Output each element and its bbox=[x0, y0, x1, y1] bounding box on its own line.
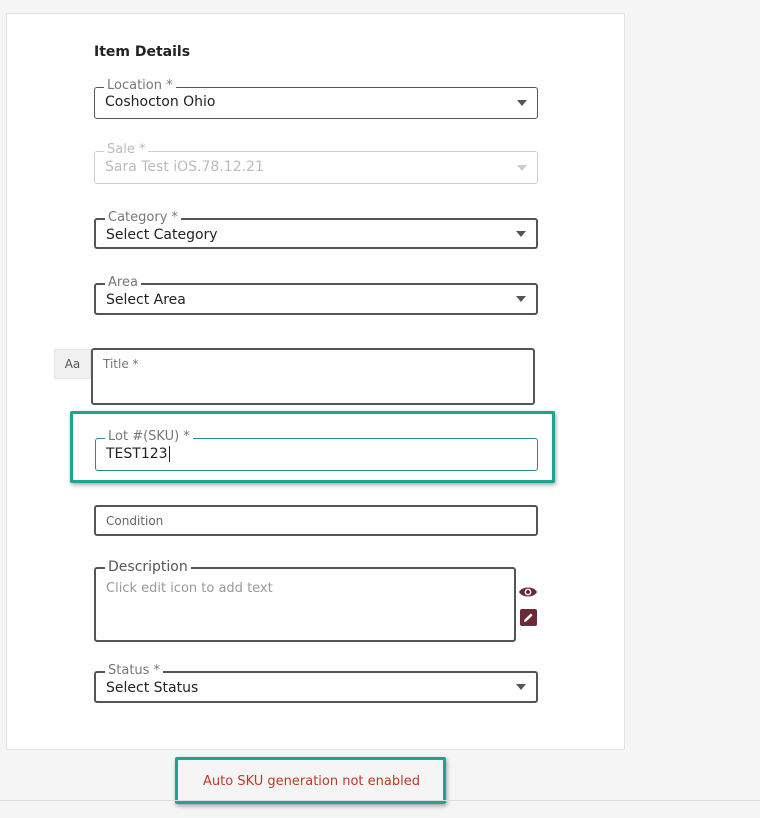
text-cursor bbox=[168, 446, 170, 462]
lot-sku-input[interactable]: Lot #(SKU) * TEST123 bbox=[95, 429, 538, 471]
title-label: Title * bbox=[103, 357, 139, 371]
eye-icon[interactable] bbox=[518, 584, 538, 602]
area-value: Select Area bbox=[106, 292, 186, 308]
sale-value: Sara Test iOS.78.12.21 bbox=[105, 159, 264, 175]
lot-sku-label: Lot #(SKU) * bbox=[105, 429, 193, 445]
chevron-down-icon bbox=[516, 230, 526, 237]
chevron-down-icon bbox=[517, 100, 527, 106]
location-select[interactable]: Location * Coshocton Ohio bbox=[94, 78, 538, 119]
sku-error-message: Auto SKU generation not enabled bbox=[203, 774, 420, 789]
description-field[interactable]: Description Click edit icon to add text bbox=[94, 559, 516, 642]
area-label: Area bbox=[105, 275, 141, 291]
lot-sku-value: TEST123 bbox=[106, 446, 168, 462]
location-label: Location * bbox=[104, 78, 176, 94]
title-input[interactable]: Title * bbox=[91, 348, 535, 405]
area-select[interactable]: Area Select Area bbox=[94, 275, 538, 315]
chevron-down-icon bbox=[517, 164, 527, 171]
status-select[interactable]: Status * Select Status bbox=[94, 663, 538, 703]
status-label: Status * bbox=[105, 663, 164, 679]
pencil-icon[interactable] bbox=[520, 609, 540, 627]
text-format-button[interactable]: Aa bbox=[54, 349, 91, 379]
chevron-down-icon bbox=[516, 296, 526, 302]
chevron-down-icon bbox=[516, 684, 526, 690]
description-label: Description bbox=[105, 559, 191, 575]
sale-label: Sale * bbox=[104, 142, 149, 158]
condition-input[interactable]: Condition bbox=[94, 505, 538, 536]
category-select[interactable]: Category * Select Category bbox=[94, 210, 538, 249]
location-value: Coshocton Ohio bbox=[105, 94, 216, 110]
category-label: Category * bbox=[105, 210, 182, 226]
description-placeholder: Click edit icon to add text bbox=[106, 581, 273, 596]
category-value: Select Category bbox=[106, 227, 218, 243]
footer-divider bbox=[0, 800, 760, 801]
condition-placeholder: Condition bbox=[106, 514, 164, 528]
sale-select: Sale * Sara Test iOS.78.12.21 bbox=[94, 142, 538, 184]
status-value: Select Status bbox=[106, 680, 199, 696]
section-title: Item Details bbox=[94, 44, 191, 60]
